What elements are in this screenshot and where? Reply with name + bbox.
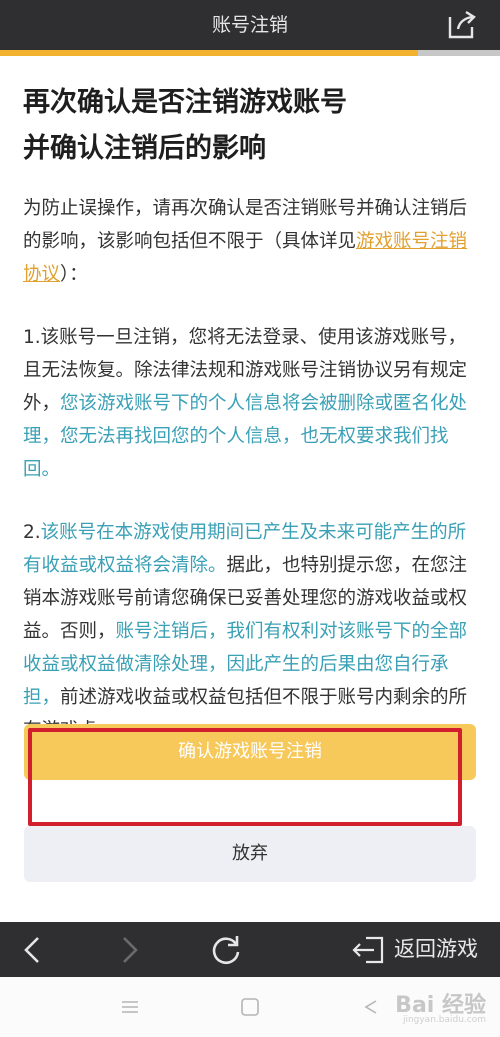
- confirm-cancel-account-button[interactable]: 确认游戏账号注销: [24, 724, 476, 780]
- chevron-left-icon: [24, 937, 39, 963]
- menu-icon: [122, 1001, 138, 1013]
- return-to-game-button[interactable]: 返回游戏: [352, 922, 478, 977]
- clause-1: 1.该账号一旦注销，您将无法登录、使用该游戏账号，且无法恢复。除法律法规和游戏账…: [23, 321, 477, 486]
- top-bar: 账号注销: [0, 0, 500, 50]
- intro-paragraph: 为防止误操作，请再次确认是否注销账号并确认注销后的影响，该影响包括但不限于（具体…: [23, 192, 477, 291]
- refresh-icon: [212, 936, 240, 965]
- clause-2-end: 前述游戏收益或权益包括但不限于账号内剩余的所有游戏虚: [23, 687, 468, 726]
- back-arrow-icon: [364, 1000, 377, 1014]
- intro-end: ）：: [60, 264, 88, 285]
- browser-nav-bar: 返回游戏: [0, 922, 500, 977]
- page-heading: 再次确认是否注销游戏账号 并确认注销后的影响: [23, 80, 477, 172]
- home-key[interactable]: [238, 995, 262, 1019]
- share-button[interactable]: [446, 9, 478, 41]
- back-key[interactable]: [358, 995, 382, 1019]
- menu-key[interactable]: [118, 995, 142, 1019]
- back-button[interactable]: [14, 930, 54, 970]
- return-to-game-label: 返回游戏: [394, 937, 478, 961]
- forward-button[interactable]: [108, 930, 148, 970]
- refresh-button[interactable]: [206, 930, 246, 970]
- heading-line-2: 并确认注销后的影响: [23, 133, 266, 164]
- give-up-button[interactable]: 放弃: [24, 826, 476, 882]
- exit-icon: [352, 936, 384, 963]
- chevron-right-icon: [123, 937, 138, 963]
- heading-line-1: 再次确认是否注销游戏账号: [23, 87, 347, 118]
- clause-1-highlight: 您该游戏账号下的个人信息将会被删除或匿名化处理，您无法再找回您的个人信息，也无权…: [23, 393, 468, 480]
- clause-2: 2.该账号在本游戏使用期间已产生及未来可能产生的所有收益或权益将会清除。据此，也…: [23, 516, 477, 726]
- content-area[interactable]: 再次确认是否注销游戏账号 并确认注销后的影响 为防止误操作，请再次确认是否注销账…: [0, 56, 500, 726]
- system-nav-bar: Bai 经验 jingyan.baidu.com: [0, 977, 500, 1037]
- home-square-icon: [241, 998, 259, 1016]
- page-title: 账号注销: [211, 14, 288, 36]
- clause-2-number: 2.: [23, 522, 41, 543]
- baidu-watermark-url: jingyan.baidu.com: [402, 1015, 486, 1025]
- share-icon: [448, 10, 476, 39]
